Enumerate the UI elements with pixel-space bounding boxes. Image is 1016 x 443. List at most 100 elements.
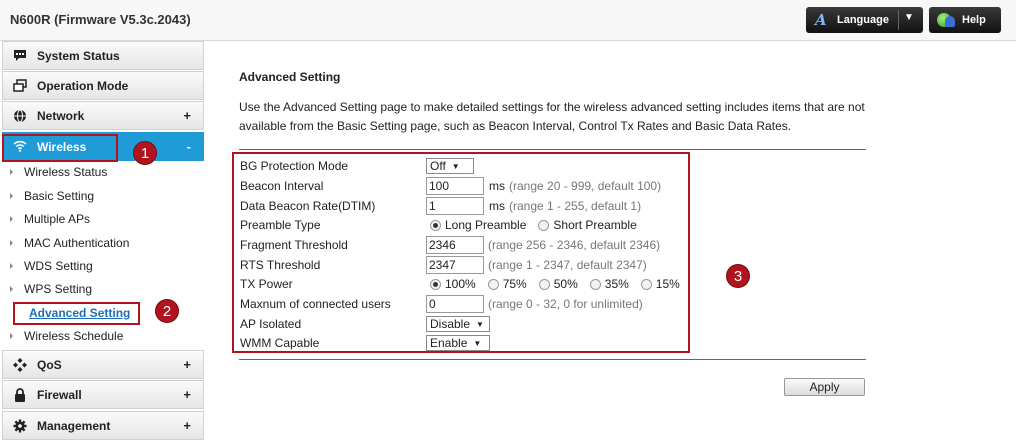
beacon-interval-input[interactable]: 100 bbox=[426, 177, 484, 195]
sidebar-item-management[interactable]: Management + bbox=[2, 411, 204, 440]
top-header: N600R (Firmware V5.3c.2043) A Language ▼… bbox=[0, 0, 1016, 41]
bg-protection-label: BG Protection Mode bbox=[240, 159, 349, 173]
sidebar-item-label: QoS bbox=[37, 358, 62, 372]
bg-protection-value: Off bbox=[430, 159, 446, 173]
sidebar-item-label: Firewall bbox=[37, 388, 82, 402]
sidebar-subitem-wireless-status[interactable]: Wireless Status bbox=[10, 165, 107, 179]
tx-power-100-radio[interactable]: 100% bbox=[430, 277, 476, 291]
preamble-label: Preamble Type bbox=[240, 218, 321, 232]
dtim-input[interactable]: 1 bbox=[426, 197, 484, 215]
tx-power-50-radio[interactable]: 50% bbox=[538, 277, 578, 291]
highlight-box-wireless bbox=[2, 134, 118, 162]
expand-icon[interactable]: + bbox=[183, 108, 191, 123]
wmm-label: WMM Capable bbox=[240, 336, 320, 350]
apply-button[interactable]: Apply bbox=[784, 378, 865, 396]
highlight-box-advanced-setting bbox=[13, 302, 140, 325]
divider-bottom bbox=[239, 359, 866, 360]
sub-item-label: WDS Setting bbox=[24, 259, 93, 273]
preamble-short-radio[interactable]: Short Preamble bbox=[538, 218, 637, 232]
max-users-label: Maxnum of connected users bbox=[240, 297, 391, 311]
qos-icon bbox=[13, 358, 27, 372]
bullet-icon bbox=[10, 216, 13, 222]
radio-selected-icon bbox=[430, 278, 441, 290]
sidebar-item-operation-mode[interactable]: Operation Mode bbox=[2, 71, 204, 100]
sidebar-item-system-status[interactable]: System Status bbox=[2, 41, 204, 70]
sub-item-label: WPS Setting bbox=[24, 282, 93, 296]
sidebar-item-qos[interactable]: QoS + bbox=[2, 350, 204, 379]
sidebar-item-network[interactable]: Network + bbox=[2, 101, 204, 130]
wmm-value: Enable bbox=[430, 336, 468, 350]
radio-icon bbox=[487, 278, 499, 290]
caret-down-icon[interactable]: ▼ bbox=[904, 12, 914, 23]
firmware-title: N600R (Firmware V5.3c.2043) bbox=[10, 12, 191, 27]
chat-icon bbox=[13, 49, 27, 63]
expand-icon[interactable]: + bbox=[183, 357, 191, 372]
sub-item-label: Basic Setting bbox=[24, 189, 95, 203]
language-divider bbox=[898, 10, 899, 30]
ap-isolated-value: Disable bbox=[430, 317, 471, 331]
sidebar-item-firewall[interactable]: Firewall + bbox=[2, 380, 204, 409]
sidebar-subitem-basic-setting[interactable]: Basic Setting bbox=[10, 189, 94, 203]
sidebar-subitem-wps-setting[interactable]: WPS Setting bbox=[10, 282, 92, 296]
radio-icon bbox=[538, 219, 550, 231]
radio-icon bbox=[640, 278, 652, 290]
bullet-icon bbox=[10, 240, 13, 246]
tx-power-75-radio[interactable]: 75% bbox=[487, 277, 527, 291]
language-button[interactable]: A Language ▼ bbox=[806, 7, 923, 33]
preamble-long-radio[interactable]: Long Preamble bbox=[430, 218, 526, 232]
wmm-select[interactable]: Enable ▼ bbox=[426, 335, 490, 351]
chevron-down-icon: ▼ bbox=[451, 161, 460, 171]
tx-power-option-label: 75% bbox=[502, 277, 527, 291]
sub-item-label: MAC Authentication bbox=[24, 236, 130, 250]
sidebar-item-label: Network bbox=[37, 109, 85, 123]
bullet-icon bbox=[10, 193, 13, 199]
bullet-icon bbox=[10, 333, 13, 339]
preamble-long-label: Long Preamble bbox=[445, 218, 527, 232]
tx-power-35-radio[interactable]: 35% bbox=[589, 277, 629, 291]
tx-power-option-label: 100% bbox=[445, 277, 476, 291]
sidebar-subitem-wireless-schedule[interactable]: Wireless Schedule bbox=[10, 329, 123, 343]
radio-icon bbox=[538, 278, 550, 290]
beacon-interval-hint: (range 20 - 999, default 100) bbox=[509, 179, 662, 193]
globe-icon bbox=[13, 109, 27, 123]
ap-isolated-label: AP Isolated bbox=[240, 317, 302, 331]
radio-icon bbox=[589, 278, 601, 290]
rts-hint: (range 1 - 2347, default 2347) bbox=[488, 258, 647, 272]
preamble-short-label: Short Preamble bbox=[553, 218, 637, 232]
max-users-input[interactable]: 0 bbox=[426, 295, 484, 313]
expand-icon[interactable]: + bbox=[183, 387, 191, 402]
page-title: Advanced Setting bbox=[239, 70, 341, 84]
ap-isolated-select[interactable]: Disable ▼ bbox=[426, 316, 490, 332]
divider-top bbox=[239, 149, 866, 150]
tx-power-option-label: 35% bbox=[604, 277, 629, 291]
fragment-input[interactable]: 2346 bbox=[426, 236, 484, 254]
help-button[interactable]: Help bbox=[929, 7, 1001, 33]
sidebar-item-label: Management bbox=[37, 419, 111, 433]
sidebar-subitem-mac-authentication[interactable]: MAC Authentication bbox=[10, 236, 129, 250]
sidebar-subitem-multiple-aps[interactable]: Multiple APs bbox=[10, 212, 90, 226]
expand-icon[interactable]: + bbox=[183, 418, 191, 433]
callout-2: 2 bbox=[155, 299, 179, 323]
tx-power-label: TX Power bbox=[240, 277, 293, 291]
language-icon: A bbox=[815, 11, 827, 29]
rts-input[interactable]: 2347 bbox=[426, 256, 484, 274]
rts-label: RTS Threshold bbox=[240, 258, 321, 272]
bullet-icon bbox=[10, 169, 13, 175]
chevron-down-icon: ▼ bbox=[476, 319, 484, 329]
page-description: Use the Advanced Setting page to make de… bbox=[239, 100, 865, 133]
sub-item-label: Wireless Status bbox=[24, 165, 108, 179]
dtim-label: Data Beacon Rate(DTIM) bbox=[240, 199, 376, 213]
help-icon bbox=[937, 12, 955, 28]
chevron-down-icon: ▼ bbox=[473, 338, 482, 348]
sidebar-subitem-wds-setting[interactable]: WDS Setting bbox=[10, 259, 93, 273]
bg-protection-select[interactable]: Off ▼ bbox=[426, 158, 474, 174]
sub-item-label: Multiple APs bbox=[24, 212, 91, 226]
callout-1: 1 bbox=[133, 141, 157, 165]
collapse-icon[interactable]: - bbox=[187, 139, 191, 154]
sidebar-item-label: Operation Mode bbox=[37, 79, 129, 93]
max-users-hint: (range 0 - 32, 0 for unlimited) bbox=[488, 297, 643, 311]
tx-power-15-radio[interactable]: 15% bbox=[640, 277, 680, 291]
bullet-icon bbox=[10, 263, 13, 269]
tx-power-option-label: 50% bbox=[553, 277, 578, 291]
beacon-interval-label: Beacon Interval bbox=[240, 179, 324, 193]
